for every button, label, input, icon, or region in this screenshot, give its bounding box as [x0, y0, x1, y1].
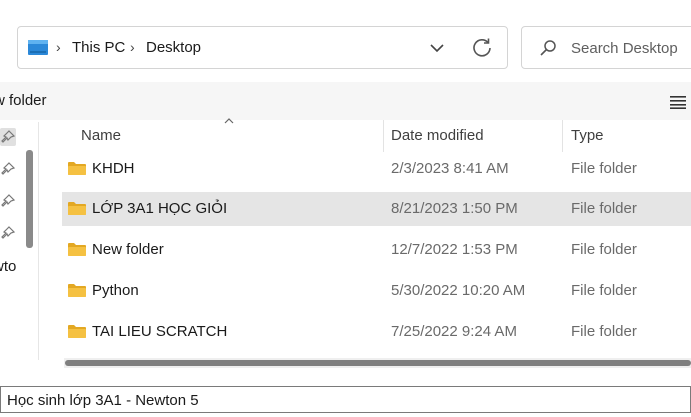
breadcrumb-this-pc[interactable]: This PC — [72, 39, 125, 56]
file-type: File folder — [571, 160, 637, 177]
column-divider[interactable] — [383, 120, 384, 152]
address-bar[interactable]: › This PC › Desktop — [17, 26, 508, 69]
file-list: Name Date modified Type KHDH 2/3/2023 8:… — [44, 118, 691, 370]
file-name: LỚP 3A1 HỌC GIỎI — [92, 200, 228, 217]
pin-icon[interactable] — [0, 192, 16, 210]
toolbar: w folder — [0, 82, 691, 120]
sort-ascending-icon — [224, 118, 234, 124]
table-row[interactable]: TAI LIEU SCRATCH 7/25/2022 9:24 AM File … — [62, 315, 691, 349]
chevron-right-icon: › — [130, 39, 135, 55]
table-row-selected[interactable]: LỚP 3A1 HỌC GIỎI 8/21/2023 1:50 PM File … — [62, 192, 691, 226]
breadcrumb-desktop[interactable]: Desktop — [146, 39, 201, 56]
file-name: KHDH — [92, 160, 135, 177]
search-icon — [540, 40, 556, 56]
nav-item-label[interactable]: wto — [0, 258, 16, 275]
refresh-icon[interactable] — [470, 36, 494, 60]
pin-icon[interactable] — [0, 160, 16, 178]
column-header-date-modified[interactable]: Date modified — [391, 127, 484, 144]
folder-icon — [68, 243, 86, 256]
table-row[interactable]: KHDH 2/3/2023 8:41 AM File folder — [62, 152, 691, 186]
search-input[interactable] — [571, 38, 691, 58]
file-date: 2/3/2023 8:41 AM — [391, 160, 509, 177]
file-date: 12/7/2022 1:53 PM — [391, 241, 518, 258]
horizontal-scrollbar-thumb[interactable] — [65, 360, 691, 366]
folder-icon — [68, 325, 86, 338]
column-divider[interactable] — [562, 120, 563, 152]
chevron-right-icon: › — [56, 39, 61, 55]
table-row[interactable]: Python 5/30/2022 10:20 AM File folder — [62, 274, 691, 308]
pin-icon[interactable] — [0, 128, 16, 146]
chevron-down-icon[interactable] — [426, 38, 448, 58]
file-name: TAI LIEU SCRATCH — [92, 323, 228, 340]
file-type: File folder — [571, 282, 637, 299]
pin-icon[interactable] — [0, 224, 16, 242]
file-type: File folder — [571, 200, 637, 217]
file-type: File folder — [571, 323, 637, 340]
this-pc-icon — [28, 40, 48, 55]
address-area: › This PC › Desktop — [0, 0, 691, 82]
file-name-field[interactable] — [0, 386, 691, 413]
details-view-icon[interactable] — [670, 95, 686, 109]
navigation-scrollbar[interactable] — [26, 150, 33, 248]
file-name-input[interactable] — [7, 390, 607, 410]
file-date: 5/30/2022 10:20 AM — [391, 282, 526, 299]
horizontal-scrollbar[interactable] — [64, 358, 691, 368]
file-type: File folder — [571, 241, 637, 258]
table-row[interactable]: New folder 12/7/2022 1:53 PM File folder — [62, 233, 691, 267]
folder-icon — [68, 284, 86, 297]
folder-icon — [68, 162, 86, 175]
file-date: 8/21/2023 1:50 PM — [391, 200, 518, 217]
folder-icon — [68, 202, 86, 215]
pane-divider[interactable] — [38, 122, 39, 360]
file-date: 7/25/2022 9:24 AM — [391, 323, 517, 340]
file-name: Python — [92, 282, 139, 299]
column-header-name[interactable]: Name — [81, 127, 121, 144]
navigation-pane: wto — [0, 120, 20, 360]
file-name: New folder — [92, 241, 164, 258]
new-folder-button[interactable]: w folder — [0, 92, 47, 109]
search-box[interactable] — [521, 26, 691, 69]
column-header-type[interactable]: Type — [571, 127, 604, 144]
